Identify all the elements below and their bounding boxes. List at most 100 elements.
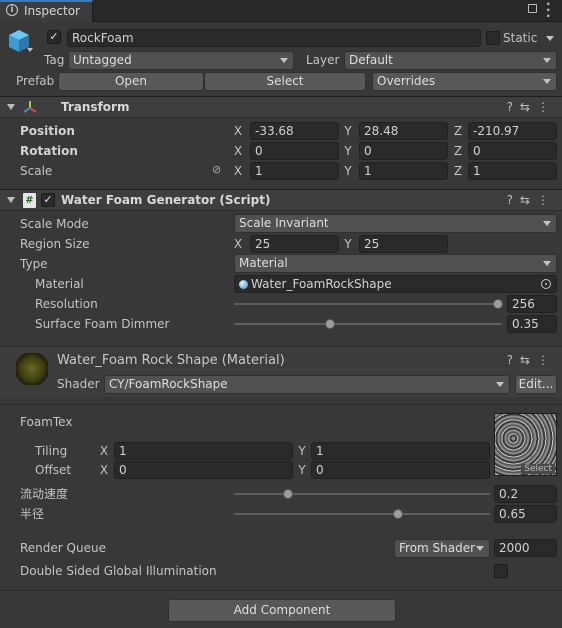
prefab-overrides-dropdown[interactable]: Overrides bbox=[372, 72, 557, 91]
position-z-axis[interactable]: Z bbox=[452, 122, 464, 140]
tab-inspector[interactable]: i Inspector bbox=[0, 0, 93, 22]
static-dropdown-icon[interactable] bbox=[546, 36, 554, 41]
position-z-field[interactable]: -210.97 bbox=[468, 122, 557, 140]
tiling-x-axis[interactable]: X bbox=[98, 442, 110, 460]
region-y-field[interactable]: 25 bbox=[359, 235, 448, 253]
shader-edit-button[interactable]: Edit... bbox=[515, 375, 557, 394]
component-header-icons[interactable]: ?⇆⋮ bbox=[507, 193, 556, 207]
rotation-z-field[interactable]: 0 bbox=[468, 142, 557, 160]
rotation-x-axis[interactable]: X bbox=[232, 142, 244, 160]
position-label: Position bbox=[20, 124, 75, 138]
chevron-down-icon bbox=[543, 79, 551, 84]
shader-dropdown[interactable]: CY/FoamRockShape bbox=[104, 375, 510, 394]
speed-slider-track[interactable] bbox=[234, 493, 490, 495]
position-y-axis[interactable]: Y bbox=[342, 122, 354, 140]
dimmer-slider-track[interactable] bbox=[234, 323, 502, 325]
region-y-axis[interactable]: Y bbox=[342, 235, 354, 253]
static-checkbox[interactable] bbox=[486, 31, 500, 45]
offset-label: Offset bbox=[35, 463, 72, 477]
scale-mode-dropdown[interactable]: Scale Invariant bbox=[234, 214, 557, 233]
rotation-y-axis[interactable]: Y bbox=[342, 142, 354, 160]
layer-dropdown[interactable]: Default bbox=[344, 51, 557, 70]
position-y-field[interactable]: 28.48 bbox=[359, 122, 448, 140]
radius-slider-track[interactable] bbox=[234, 513, 490, 515]
dsgi-checkbox[interactable] bbox=[494, 564, 508, 578]
tiling-y-axis[interactable]: Y bbox=[296, 442, 308, 460]
tag-value: Untagged bbox=[73, 53, 132, 67]
constrain-proportions-icon[interactable]: ⊘ bbox=[212, 163, 221, 176]
tag-dropdown[interactable]: Untagged bbox=[68, 51, 294, 70]
offset-x-field[interactable]: 0 bbox=[114, 461, 293, 479]
kebab-menu-icon[interactable]: · · · bbox=[546, 0, 551, 22]
script-title: Water Foam Generator (Script) bbox=[61, 193, 271, 207]
chevron-down-icon bbox=[543, 261, 551, 266]
transform-header[interactable]: Transform ?⇆⋮ bbox=[0, 96, 562, 118]
scale-mode-label: Scale Mode bbox=[20, 217, 89, 231]
scale-y-field[interactable]: 1 bbox=[359, 162, 448, 180]
radius-field[interactable]: 0.65 bbox=[494, 505, 557, 523]
radius-slider-knob[interactable] bbox=[393, 509, 403, 519]
dimmer-slider-knob[interactable] bbox=[325, 319, 335, 329]
material-value: Water_FoamRockShape bbox=[251, 277, 392, 291]
scale-z-axis[interactable]: Z bbox=[452, 162, 464, 180]
script-header[interactable]: # ✓ Water Foam Generator (Script) ?⇆⋮ bbox=[0, 189, 562, 211]
rotation-z-axis[interactable]: Z bbox=[452, 142, 464, 160]
name-field[interactable]: RockFoam bbox=[67, 29, 481, 47]
tag-label: Tag bbox=[44, 53, 65, 67]
scale-y-axis[interactable]: Y bbox=[342, 162, 354, 180]
resolution-field[interactable]: 256 bbox=[507, 295, 557, 313]
script-body: Scale Mode Scale Invariant Region Size X… bbox=[0, 212, 562, 347]
position-x-axis[interactable]: X bbox=[232, 122, 244, 140]
speed-slider-knob[interactable] bbox=[283, 489, 293, 499]
foam-texture-slot[interactable]: Select bbox=[494, 413, 557, 476]
offset-x-axis[interactable]: X bbox=[98, 461, 110, 479]
render-queue-dropdown[interactable]: From Shader bbox=[394, 539, 490, 558]
resolution-slider-knob[interactable] bbox=[493, 299, 503, 309]
foldout-arrow-icon[interactable] bbox=[7, 104, 15, 110]
render-queue-label: Render Queue bbox=[20, 541, 106, 555]
object-picker-icon[interactable] bbox=[541, 279, 551, 289]
region-x-field[interactable]: 25 bbox=[250, 235, 339, 253]
scale-label: Scale bbox=[20, 164, 53, 178]
dsgi-label: Double Sided Global Illumination bbox=[20, 564, 217, 578]
rotation-label: Rotation bbox=[20, 144, 78, 158]
lock-icon[interactable] bbox=[528, 4, 537, 13]
shader-label: Shader bbox=[57, 377, 100, 391]
speed-field[interactable]: 0.2 bbox=[494, 485, 557, 503]
scale-x-field[interactable]: 1 bbox=[250, 162, 339, 180]
foldout-arrow-icon[interactable] bbox=[7, 197, 15, 203]
scale-x-axis[interactable]: X bbox=[232, 162, 244, 180]
material-object-field[interactable]: Water_FoamRockShape bbox=[234, 275, 557, 293]
dimmer-label: Surface Foam Dimmer bbox=[35, 317, 170, 331]
prefab-select-button[interactable]: Select bbox=[204, 72, 366, 91]
position-x-field[interactable]: -33.68 bbox=[250, 122, 339, 140]
material-preview-thumbnail[interactable] bbox=[16, 353, 48, 385]
script-enabled-checkbox[interactable]: ✓ bbox=[41, 193, 55, 207]
tiling-y-field[interactable]: 1 bbox=[311, 442, 490, 460]
scale-z-field[interactable]: 1 bbox=[468, 162, 557, 180]
transform-icon bbox=[22, 100, 38, 117]
offset-y-axis[interactable]: Y bbox=[296, 461, 308, 479]
tiling-x-field[interactable]: 1 bbox=[114, 442, 293, 460]
material-header-icons[interactable]: ?⇆⋮ bbox=[507, 353, 556, 367]
material-body: FoamTex Tiling X 1 Y 1 Offset X 0 Y 0 Se… bbox=[0, 405, 562, 590]
icon-dropdown-arrow-icon[interactable] bbox=[27, 48, 33, 52]
component-header-icons[interactable]: ?⇆⋮ bbox=[507, 100, 556, 114]
rotation-x-field[interactable]: 0 bbox=[250, 142, 339, 160]
script-icon: # bbox=[23, 193, 36, 208]
texture-select-label[interactable]: Select bbox=[521, 464, 555, 474]
region-x-axis[interactable]: X bbox=[232, 235, 244, 253]
offset-y-field[interactable]: 0 bbox=[311, 461, 490, 479]
type-dropdown[interactable]: Material bbox=[234, 254, 557, 273]
tab-bar: i Inspector · · · bbox=[0, 0, 562, 22]
rotation-y-field[interactable]: 0 bbox=[359, 142, 448, 160]
prefab-open-button[interactable]: Open bbox=[58, 72, 204, 91]
resolution-slider-track[interactable] bbox=[234, 303, 502, 305]
active-checkbox[interactable]: ✓ bbox=[47, 30, 61, 44]
dimmer-field[interactable]: 0.35 bbox=[507, 315, 557, 333]
foamtex-label: FoamTex bbox=[20, 415, 73, 429]
add-component-button[interactable]: Add Component bbox=[168, 599, 396, 622]
layer-value: Default bbox=[349, 53, 393, 67]
render-queue-field[interactable]: 2000 bbox=[494, 539, 557, 557]
divider bbox=[0, 590, 562, 591]
